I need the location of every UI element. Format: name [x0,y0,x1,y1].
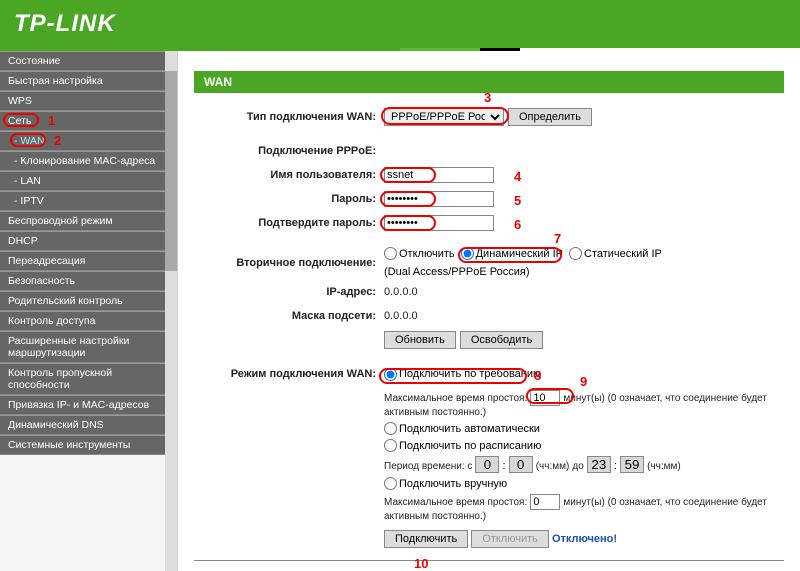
hhmm1: (чч:мм) [536,461,570,472]
sidebar-item-15[interactable]: Контроль пропускной способности [0,363,177,395]
disconnect-button[interactable]: Отключить [471,530,549,548]
page-title: WAN [194,71,784,93]
detect-button[interactable]: Определить [508,108,592,126]
scrollbar[interactable] [165,51,177,571]
ip-value: 0.0.0.0 [384,286,784,298]
sidebar-item-14[interactable]: Расширенные настройки маршрутизации [0,331,177,363]
label-period: Период времени: с [384,461,472,472]
label-secondary: Вторичное подключение: [194,257,384,269]
label-max-idle: Максимальное время простоя: [384,393,527,404]
sidebar-item-9[interactable]: DHCP [0,231,177,251]
annotation-num-2: 2 [54,133,61,148]
wan-type-select[interactable]: PPPoE/PPPoE Россия [384,108,504,126]
label-password: Пароль: [194,193,384,205]
annotation-num-1: 1 [48,113,55,128]
main-panel: WAN Тип подключения WAN: PPPoE/PPPoE Рос… [178,51,800,571]
radio-mode-demand[interactable] [384,368,397,381]
annotation-num-10: 10 [414,556,428,571]
label-username: Имя пользователя: [194,169,384,181]
sidebar-item-5[interactable]: - Клонирование MAC-адреса [0,151,177,171]
sidebar-item-10[interactable]: Переадресация [0,251,177,271]
annotation-circle-1 [3,113,39,127]
connection-status: Отключено! [552,533,617,545]
header: TP-LINK [0,0,800,48]
annotation-circle-2 [10,133,46,147]
sched-h1[interactable] [475,456,499,473]
annotation-num-4: 4 [514,169,521,184]
radio-mode-manual-label: Подключить вручную [399,478,507,490]
logo: TP-LINK [14,10,116,38]
scrollbar-thumb[interactable] [165,71,177,271]
sidebar-item-3[interactable]: Сеть1 [0,111,177,131]
label-confirm: Подтвердите пароль: [194,217,384,229]
sidebar-item-0[interactable]: Состояние [0,51,177,71]
annotation-num-7: 7 [554,231,561,246]
label-ip: IP-адрес: [194,286,384,298]
container: СостояниеБыстрая настройкаWPSСеть1- WAN2… [0,51,800,571]
label-pppoe: Подключение PPPoE: [194,145,384,157]
sidebar-item-12[interactable]: Родительский контроль [0,291,177,311]
dual-access-hint: (Dual Access/PPPoE Россия) [384,266,530,278]
sidebar-item-1[interactable]: Быстрая настройка [0,71,177,91]
radio-sec-dyn[interactable] [461,247,474,260]
radio-mode-sched[interactable] [384,439,397,452]
radio-sec-off[interactable] [384,247,397,260]
sidebar: СостояниеБыстрая настройкаWPSСеть1- WAN2… [0,51,178,571]
username-input[interactable] [384,167,494,183]
sidebar-item-13[interactable]: Контроль доступа [0,311,177,331]
radio-mode-auto-label: Подключить автоматически [399,423,540,435]
hhmm2: (чч:мм) [647,461,681,472]
sidebar-item-16[interactable]: Привязка IP- и MAC-адресов [0,395,177,415]
sidebar-item-7[interactable]: - IPTV [0,191,177,211]
confirm-input[interactable] [384,215,494,231]
radio-mode-manual[interactable] [384,477,397,490]
password-input[interactable] [384,191,494,207]
sched-m1[interactable] [509,456,533,473]
mask-value: 0.0.0.0 [384,310,784,322]
sched-m2[interactable] [620,456,644,473]
max-idle2-input[interactable] [530,494,560,510]
sidebar-item-17[interactable]: Динамический DNS [0,415,177,435]
sidebar-item-4[interactable]: - WAN2 [0,131,177,151]
radio-sec-off-label: Отключить [399,248,455,260]
sidebar-item-6[interactable]: - LAN [0,171,177,191]
radio-mode-demand-label: Подключить по требованию [399,368,541,380]
label-mask: Маска подсети: [194,310,384,322]
radio-mode-auto[interactable] [384,422,397,435]
refresh-button[interactable]: Обновить [384,331,456,349]
connect-button[interactable]: Подключить [384,530,468,548]
label-to: до [572,461,583,472]
sidebar-item-8[interactable]: Беспроводной режим [0,211,177,231]
label-wan-type: Тип подключения WAN: [194,111,384,123]
release-button[interactable]: Освободить [460,331,543,349]
max-idle-input[interactable] [530,390,560,406]
sidebar-item-2[interactable]: WPS [0,91,177,111]
divider [194,560,784,561]
label-mode: Режим подключения WAN: [194,368,384,380]
radio-mode-sched-label: Подключить по расписанию [399,440,541,452]
radio-sec-stat[interactable] [569,247,582,260]
label-max-idle2: Максимальное время простоя: [384,497,527,508]
radio-sec-dyn-label: Динамический IP [476,248,563,260]
radio-sec-stat-label: Статический IP [584,248,662,260]
sidebar-item-11[interactable]: Безопасность [0,271,177,291]
annotation-num-6: 6 [514,217,521,232]
sched-h2[interactable] [587,456,611,473]
annotation-num-5: 5 [514,193,521,208]
sidebar-item-18[interactable]: Системные инструменты [0,435,177,455]
